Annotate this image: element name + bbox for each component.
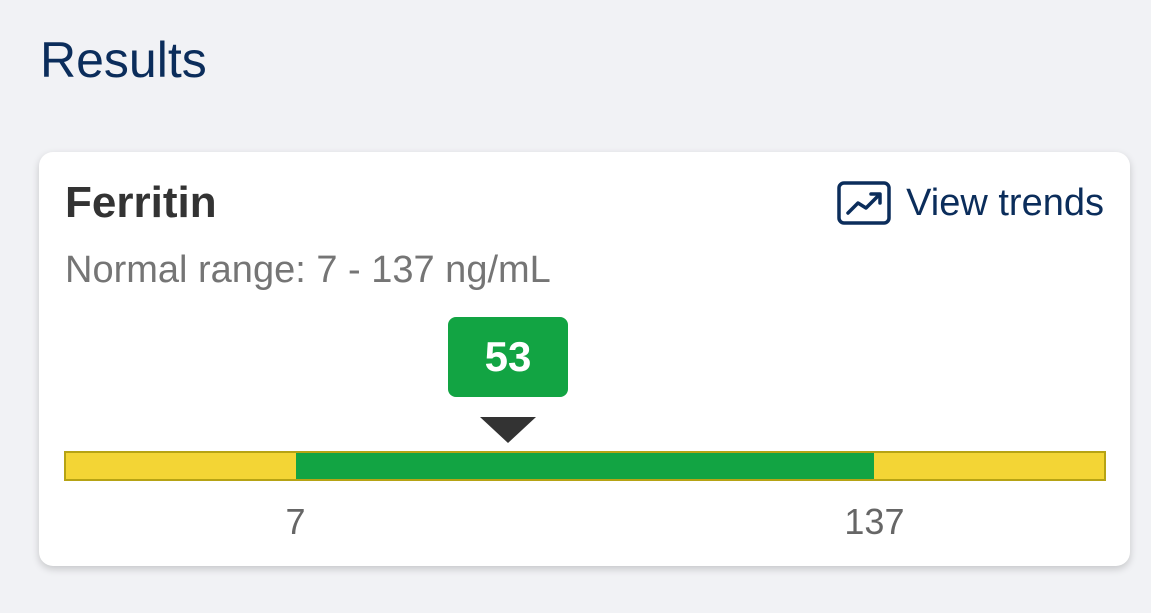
view-trends-label: View trends	[906, 181, 1104, 224]
view-trends-link[interactable]: View trends	[836, 178, 1104, 228]
result-value-badge: 53	[448, 317, 568, 397]
page-title: Results	[40, 32, 207, 88]
trend-chart-icon	[836, 180, 892, 226]
value-pointer	[480, 417, 536, 443]
range-low-label: 7	[285, 501, 306, 542]
test-name: Ferritin	[65, 178, 217, 227]
range-bar-normal-segment	[295, 453, 875, 479]
result-card: Ferritin View trends Normal range: 7 - 1…	[39, 152, 1130, 566]
normal-range-text: Normal range: 7 - 137 ng/mL	[65, 249, 551, 291]
range-high-label: 137	[844, 501, 905, 542]
range-bar	[64, 451, 1106, 481]
